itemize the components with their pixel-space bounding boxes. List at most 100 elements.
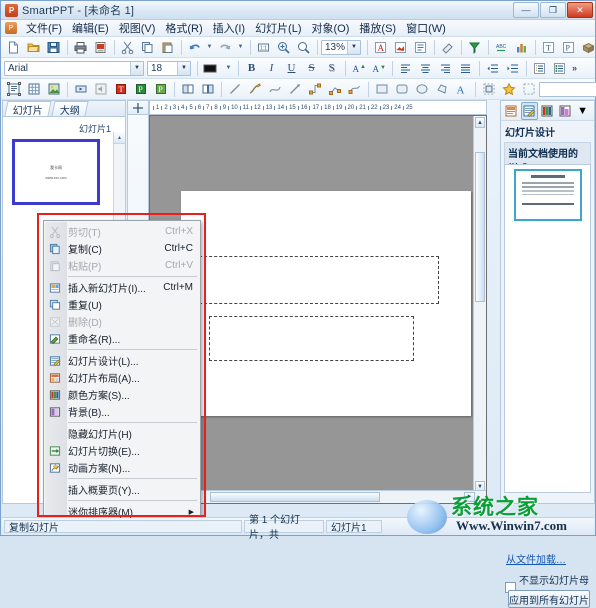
strikethrough-icon[interactable]: S [302,59,321,78]
slide-show-icon[interactable]: P [559,38,578,57]
increase-font-icon[interactable]: A ▲ [349,59,368,78]
ruler-origin-icon[interactable] [127,100,149,115]
arrow-icon[interactable] [285,80,304,99]
format-painter-icon[interactable] [438,38,457,57]
menu-insert[interactable]: 插入(I) [208,19,250,37]
menu-view[interactable]: 视图(V) [114,19,161,37]
ellipse-icon[interactable] [412,80,431,99]
context-menu-item-delete[interactable]: 删除(D) [44,313,200,330]
apply-to-all-button[interactable]: 应用到所有幻灯片 [508,590,590,608]
align-center-icon[interactable] [416,59,435,78]
design-template-item[interactable] [513,169,582,221]
insert-picture-icon[interactable] [44,80,63,99]
context-menu-item-paste[interactable]: 粘贴(P) Ctrl+V [44,257,200,274]
scroll-up-icon[interactable]: ▲ [475,117,485,128]
insert-slide-object-icon[interactable]: P [151,80,170,99]
context-menu-item-slide-layout[interactable]: 幻灯片布局(A)... [44,369,200,386]
horizontal-scroll-thumb[interactable] [210,492,380,502]
insert-placeholder-icon[interactable]: P [131,80,150,99]
copy-icon[interactable] [138,38,157,57]
insert-list-icon[interactable] [411,38,430,57]
underline-icon[interactable]: U [282,59,301,78]
slide-design-icon[interactable] [520,101,538,120]
group-icon[interactable] [178,80,197,99]
context-menu-item-insert-summary[interactable]: 插入概要页(Y)... [44,481,200,498]
minimize-button[interactable]: — [513,2,539,18]
load-from-file-link[interactable]: 从文件加载… [506,551,566,566]
bulleted-list-icon[interactable] [550,59,569,78]
context-menu-item-hide-slide[interactable]: 隐藏幻灯片(H) [44,425,200,442]
animation-schemes-icon[interactable] [556,102,573,120]
print-icon[interactable] [71,38,90,57]
save-icon[interactable] [44,38,63,57]
ungroup-icon[interactable] [198,80,217,99]
scroll-up-icon[interactable]: ▲ [114,132,125,144]
italic-icon[interactable]: I [262,59,281,78]
cut-icon[interactable] [118,38,137,57]
subtitle-placeholder[interactable] [209,316,414,361]
slide-page[interactable] [181,191,471,416]
menu-object[interactable]: 对象(O) [307,19,355,37]
font-size-combo[interactable]: 18 ▼ [147,60,191,76]
font-color-dropdown-icon[interactable]: ▼ [224,60,233,77]
freeform-icon[interactable] [245,80,264,99]
context-menu-item-animation-scheme[interactable]: 动画方案(N)... [44,459,200,476]
insert-sound-icon[interactable] [91,80,110,99]
horizontal-ruler[interactable]: 1 2 3 4 5 6 7 8 9 10 11 12 13 14 15 16 1… [149,100,487,115]
zoom-in-icon[interactable] [274,38,293,57]
tab-slides[interactable]: 幻灯片 [4,101,52,117]
menu-file[interactable]: 文件(F) [21,19,67,37]
canvas-vertical-scrollbar[interactable]: ▲ ▼ [473,116,486,493]
design-templates-icon[interactable] [503,102,520,120]
rounded-rect-icon[interactable] [392,80,411,99]
context-menu-item-new-slide[interactable]: 插入新幻灯片(I)... Ctrl+M [44,279,200,296]
insert-movie-icon[interactable] [71,80,90,99]
font-color-icon[interactable] [201,59,223,78]
context-menu-item-color-scheme[interactable]: 颜色方案(S)... [44,386,200,403]
style-combo[interactable]: ▼ [539,81,596,97]
menu-edit[interactable]: 编辑(E) [67,19,114,37]
table-icon[interactable]: T [539,38,558,57]
animation-star-icon[interactable] [499,80,518,99]
context-menu-item-rename[interactable]: 重命名(R)... [44,330,200,347]
format-toolbar-overflow-button[interactable]: » [572,63,577,73]
rectangle-icon[interactable] [372,80,391,99]
decrease-font-icon[interactable]: A ▼ [369,59,388,78]
context-menu-item-duplicate[interactable]: 重复(U) [44,296,200,313]
insert-table-icon[interactable] [24,80,43,99]
menu-play[interactable]: 播放(S) [354,19,401,37]
align-justify-icon[interactable] [456,59,475,78]
undo-dropdown-icon[interactable]: ▼ [205,39,214,56]
slide-thumbnail-1[interactable]: 我卡网 www.xxx.com [12,139,100,205]
decrease-indent-icon[interactable] [483,59,502,78]
node-edit-icon[interactable] [345,80,364,99]
title-placeholder[interactable] [194,256,439,304]
fit-actual-size-icon[interactable]: 1:1 [254,38,273,57]
insert-image-icon[interactable] [391,38,410,57]
insert-title-icon[interactable]: T [111,80,130,99]
new-icon[interactable] [4,38,23,57]
select-icon[interactable] [519,80,538,99]
vertical-scroll-thumb[interactable] [475,152,485,302]
align-right-icon[interactable] [436,59,455,78]
maximize-button[interactable]: ❐ [540,2,566,18]
translate-icon[interactable]: ABC [492,38,511,57]
bold-icon[interactable]: B [242,59,261,78]
context-menu-item-background[interactable]: 背景(B)... [44,403,200,420]
paste-icon[interactable] [158,38,177,57]
menu-window[interactable]: 窗口(W) [401,19,451,37]
close-button[interactable]: ✕ [567,2,593,18]
increase-indent-icon[interactable] [503,59,522,78]
context-menu-item-mini-sorter[interactable]: 迷你排序器(M) ▶ [44,503,200,520]
color-schemes-icon[interactable] [539,102,556,120]
curve-icon[interactable] [265,80,284,99]
chart-icon[interactable] [512,38,531,57]
redo-dropdown-icon[interactable]: ▼ [236,39,245,56]
font-name-combo[interactable]: Arial ▼ [4,60,144,76]
zoom-combo[interactable]: 13% ▼ [321,39,361,55]
scroll-right-icon[interactable]: ► [464,492,475,502]
insert-textbox-icon[interactable] [4,80,23,99]
undo-icon[interactable] [185,38,204,57]
insert-text-icon[interactable]: A [371,38,390,57]
context-menu-item-slide-design[interactable]: 幻灯片设计(L)... [44,352,200,369]
